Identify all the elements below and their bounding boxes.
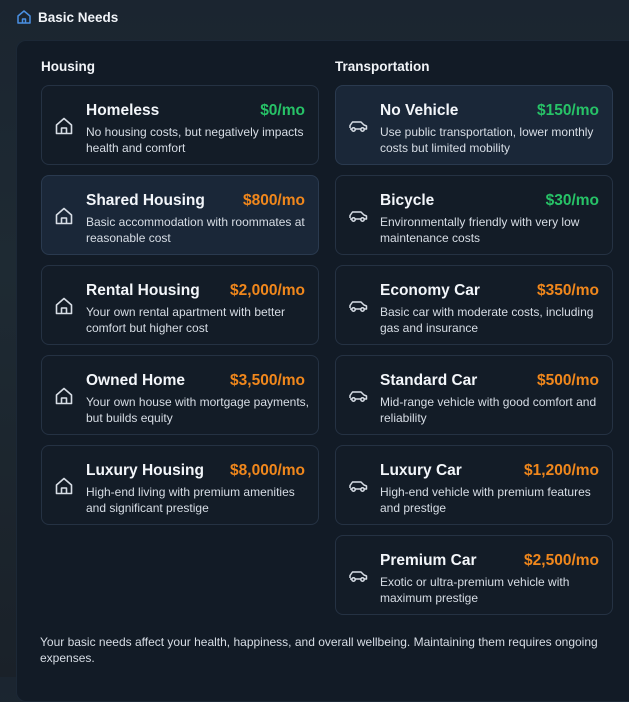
- option-description: Your own house with mortgage payments, b…: [86, 395, 310, 425]
- option-name: Economy Car: [380, 282, 480, 299]
- housing-option-rental-housing[interactable]: Rental Housing $2,000/mo Your own rental…: [41, 265, 319, 345]
- transport-option-luxury-car[interactable]: Luxury Car $1,200/mo High-end vehicle wi…: [335, 445, 613, 525]
- option-name: Premium Car: [380, 552, 477, 569]
- option-name: No Vehicle: [380, 102, 459, 119]
- home-icon: [54, 386, 74, 406]
- option-name: Luxury Car: [380, 462, 462, 479]
- housing-option-homeless[interactable]: Homeless $0/mo No housing costs, but neg…: [41, 85, 319, 165]
- housing-option-shared-housing[interactable]: Shared Housing $800/mo Basic accommodati…: [41, 175, 319, 255]
- option-price: $30/mo: [545, 192, 599, 209]
- option-name: Bicycle: [380, 192, 435, 209]
- transportation-options: No Vehicle $150/mo Use public transporta…: [335, 85, 613, 625]
- section-title: Basic Needs: [38, 9, 119, 25]
- option-price: $500/mo: [536, 372, 599, 389]
- option-description: Use public transportation, lower monthly…: [380, 125, 594, 155]
- car-icon: [348, 386, 368, 406]
- option-name: Homeless: [86, 102, 160, 119]
- transportation-column-title: Transportation: [335, 59, 430, 74]
- home-icon: [54, 476, 74, 496]
- option-description: High-end vehicle with premium features a…: [380, 485, 591, 515]
- home-icon: [54, 116, 74, 136]
- option-price: $800/mo: [242, 192, 305, 209]
- transport-option-bicycle[interactable]: Bicycle $30/mo Environmentally friendly …: [335, 175, 613, 255]
- option-name: Rental Housing: [86, 282, 200, 299]
- option-price: $3,500/mo: [230, 372, 305, 389]
- car-icon: [348, 206, 368, 226]
- option-name: Shared Housing: [86, 192, 205, 209]
- option-price: $2,500/mo: [524, 552, 599, 569]
- option-description: Exotic or ultra-premium vehicle with max…: [380, 575, 570, 605]
- transport-option-no-vehicle[interactable]: No Vehicle $150/mo Use public transporta…: [335, 85, 613, 165]
- transport-option-economy-car[interactable]: Economy Car $350/mo Basic car with moder…: [335, 265, 613, 345]
- car-icon: [348, 476, 368, 496]
- option-description: No housing costs, but negatively impacts…: [86, 125, 304, 155]
- housing-option-luxury-housing[interactable]: Luxury Housing $8,000/mo High-end living…: [41, 445, 319, 525]
- car-icon: [348, 566, 368, 586]
- housing-options: Homeless $0/mo No housing costs, but neg…: [41, 85, 319, 535]
- car-icon: [348, 296, 368, 316]
- option-price: $8,000/mo: [230, 462, 305, 479]
- option-description: Environmentally friendly with very low m…: [380, 215, 580, 245]
- housing-option-owned-home[interactable]: Owned Home $3,500/mo Your own house with…: [41, 355, 319, 435]
- option-description: Basic car with moderate costs, including…: [380, 305, 594, 335]
- home-icon: [54, 206, 74, 226]
- section-header: Basic Needs: [16, 9, 118, 25]
- option-name: Owned Home: [86, 372, 186, 389]
- car-icon: [348, 116, 368, 136]
- home-icon: [16, 9, 32, 25]
- option-name: Standard Car: [380, 372, 478, 389]
- option-description: Basic accommodation with roommates at re…: [86, 215, 305, 245]
- option-description: High-end living with premium amenities a…: [86, 485, 295, 515]
- home-icon: [54, 296, 74, 316]
- transport-option-premium-car[interactable]: Premium Car $2,500/mo Exotic or ultra-pr…: [335, 535, 613, 615]
- option-description: Your own rental apartment with better co…: [86, 305, 286, 335]
- option-price: $150/mo: [536, 102, 599, 119]
- footer-note: Your basic needs affect your health, hap…: [40, 635, 598, 665]
- option-name: Luxury Housing: [86, 462, 204, 479]
- option-price: $0/mo: [260, 102, 305, 119]
- transport-option-standard-car[interactable]: Standard Car $500/mo Mid-range vehicle w…: [335, 355, 613, 435]
- option-price: $350/mo: [536, 282, 599, 299]
- option-price: $1,200/mo: [524, 462, 599, 479]
- option-description: Mid-range vehicle with good comfort and …: [380, 395, 597, 425]
- housing-column-title: Housing: [41, 59, 95, 74]
- option-price: $2,000/mo: [230, 282, 305, 299]
